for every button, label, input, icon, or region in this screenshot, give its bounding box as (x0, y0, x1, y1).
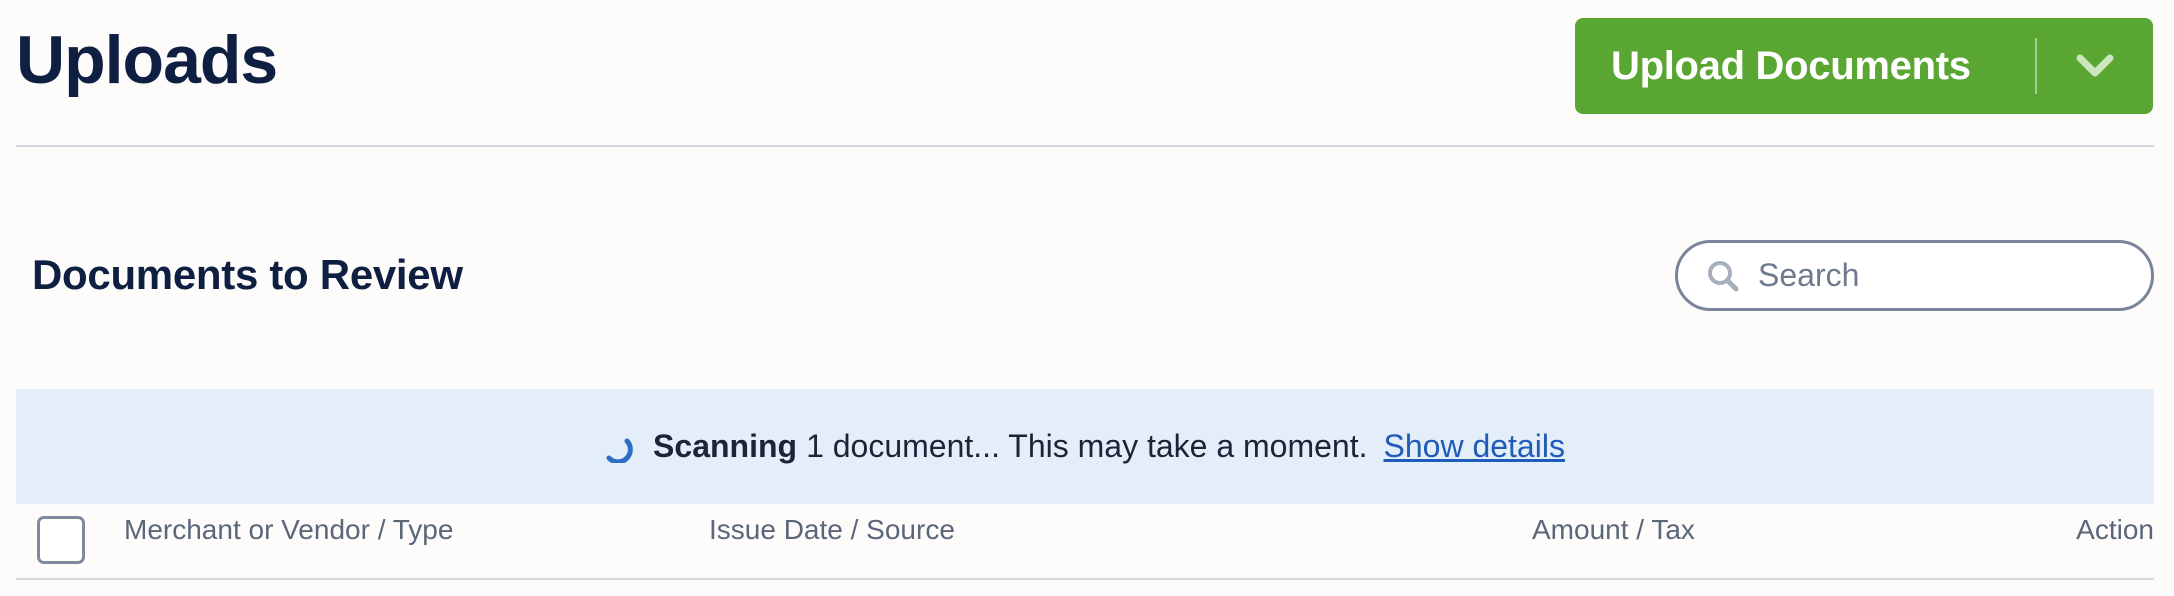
table-header-divider (16, 578, 2154, 580)
scanning-status-label: Scanning (653, 428, 798, 464)
scanning-message: 1 document... This may take a moment. (806, 428, 1368, 464)
select-all-checkbox[interactable] (37, 516, 85, 564)
search-icon (1706, 259, 1740, 293)
chevron-down-icon (2076, 54, 2114, 77)
search-input[interactable] (1758, 257, 2118, 294)
upload-documents-label: Upload Documents (1611, 43, 1971, 88)
page-title: Uploads (16, 22, 278, 98)
upload-documents-button[interactable]: Upload Documents (1575, 18, 2153, 114)
scanning-banner: Scanning 1 document... This may take a m… (16, 389, 2154, 504)
uploads-page: Uploads Upload Documents Documents to Re… (0, 0, 2174, 596)
spinner-icon (606, 438, 633, 463)
column-header-amount[interactable]: Amount / Tax (1532, 514, 1695, 546)
search-field[interactable] (1675, 240, 2154, 311)
column-header-merchant[interactable]: Merchant or Vendor / Type (124, 514, 453, 546)
column-header-issue-date[interactable]: Issue Date / Source (709, 514, 955, 546)
show-details-link[interactable]: Show details (1384, 428, 1565, 465)
section-title: Documents to Review (32, 251, 463, 298)
table-header-row: Merchant or Vendor / Type Issue Date / S… (16, 504, 2154, 578)
column-header-action: Action (2076, 514, 2154, 545)
upload-options-dropdown-toggle[interactable] (2037, 18, 2153, 114)
upload-documents-main-action[interactable]: Upload Documents (1575, 18, 2035, 114)
header-divider (16, 145, 2154, 147)
